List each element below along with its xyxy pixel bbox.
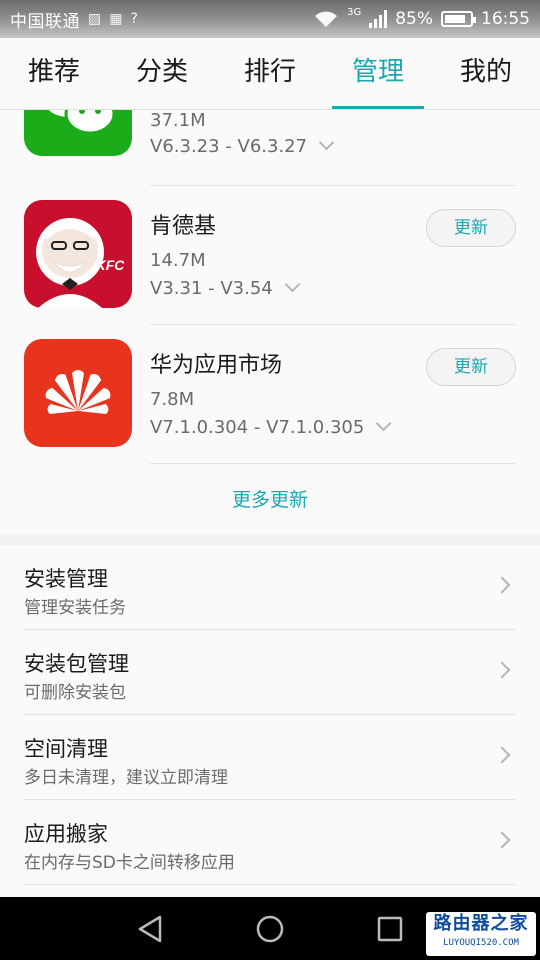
divider (150, 463, 516, 464)
menu-title: 安装管理 (24, 567, 108, 591)
chevron-right-icon (493, 746, 511, 764)
menu-subtitle: 在内存与SD卡之间转移应用 (24, 853, 235, 873)
app-version-text: V3.31 - V3.54 (150, 278, 273, 299)
wifi-icon (315, 11, 338, 27)
battery-icon (441, 11, 476, 27)
menu-item-install-manage[interactable]: 安装管理 管理安装任务 (0, 545, 540, 630)
back-button[interactable] (120, 897, 180, 960)
question-icon: ? (130, 11, 138, 27)
chevron-down-icon (284, 276, 301, 293)
huawei-icon (24, 339, 132, 447)
chevron-right-icon (493, 661, 511, 679)
app-version[interactable]: V3.31 - V3.54 (150, 276, 301, 299)
app-name: 华为应用市场 (150, 353, 283, 378)
home-button[interactable] (240, 897, 300, 960)
manage-menu: 安装管理 管理安装任务 安装包管理 可删除安装包 空间清理 多日未清理，建议立即… (0, 545, 540, 897)
tab-category[interactable]: 分类 (108, 38, 216, 109)
tab-recommend[interactable]: 推荐 (0, 38, 108, 109)
app-row-huawei[interactable]: 华为应用市场 更新 7.8M V7.1.0.304 - V7.1.0.305 (0, 325, 540, 465)
chevron-down-icon (376, 415, 392, 432)
network-type: 3G (347, 6, 362, 18)
divider (24, 884, 516, 885)
kfc-icon-text: KFC (96, 257, 126, 273)
image-icon: ▨ (88, 11, 102, 27)
kfc-icon: KFC (24, 200, 132, 308)
watermark-logo: 路由器之家 LUYOUQI520.COM (426, 912, 536, 956)
app-size: 14.7M (150, 250, 206, 271)
tab-manage[interactable]: 管理 (324, 38, 432, 109)
back-triangle-icon (138, 915, 162, 943)
watermark-sub-text: LUYOUQI520.COM (443, 938, 519, 948)
menu-title: 安装包管理 (24, 652, 129, 676)
recents-square-icon (377, 916, 403, 942)
menu-item-space-cleanup[interactable]: 空间清理 多日未清理，建议立即清理 (0, 715, 540, 800)
menu-title: 空间清理 (24, 737, 108, 761)
menu-title: 应用搬家 (24, 822, 108, 846)
clock: 16:55 (481, 9, 530, 29)
recents-button[interactable] (360, 897, 420, 960)
tab-mine[interactable]: 我的 (432, 38, 540, 109)
menu-subtitle: 多日未清理，建议立即清理 (24, 768, 228, 788)
menu-item-package-manage[interactable]: 安装包管理 可删除安装包 (0, 630, 540, 715)
app-name: 肯德基 (150, 214, 217, 239)
app-size: 7.8M (150, 389, 195, 410)
app-version[interactable]: V6.3.23 - V6.3.27 (150, 134, 335, 157)
navigation-bar: 路由器之家 LUYOUQI520.COM (0, 897, 540, 960)
home-circle-icon (256, 915, 284, 943)
keyboard-icon: ▦ (109, 11, 123, 27)
wechat-icon (24, 110, 132, 156)
signal-icon (369, 10, 388, 28)
status-bar: 中国联通 ▨ ▦ ? 3G 85% 16:55 (0, 0, 540, 38)
menu-item-app-move[interactable]: 应用搬家 在内存与SD卡之间转移应用 (0, 800, 540, 885)
watermark-main-text: 路由器之家 (433, 913, 529, 934)
tab-ranking[interactable]: 排行 (216, 38, 324, 109)
app-version-text: V7.1.0.304 - V7.1.0.305 (150, 417, 365, 438)
chevron-right-icon (493, 576, 511, 594)
carrier-name: 中国联通 (10, 11, 80, 32)
chevron-right-icon (493, 831, 511, 849)
app-row-kfc[interactable]: KFC 肯德基 更新 14.7M V3.31 - V3.54 (0, 186, 540, 326)
chevron-down-icon (318, 134, 335, 151)
more-updates-link[interactable]: 更多更新 (0, 485, 540, 512)
app-version-text: V6.3.23 - V6.3.27 (150, 136, 308, 157)
battery-percent: 85% (395, 9, 433, 29)
update-button-huawei[interactable]: 更新 (426, 348, 516, 386)
tab-bar: 推荐 分类 排行 管理 我的 (0, 38, 540, 110)
app-size: 37.1M (150, 110, 206, 131)
update-button-kfc[interactable]: 更新 (426, 209, 516, 247)
app-row-wechat[interactable]: 37.1M V6.3.23 - V6.3.27 (0, 110, 540, 172)
menu-subtitle: 可删除安装包 (24, 683, 126, 703)
updates-card: 37.1M V6.3.23 - V6.3.27 KFC 肯德基 更新 14.7M… (0, 110, 540, 534)
menu-subtitle: 管理安装任务 (24, 598, 126, 618)
app-version[interactable]: V7.1.0.304 - V7.1.0.305 (150, 415, 392, 438)
